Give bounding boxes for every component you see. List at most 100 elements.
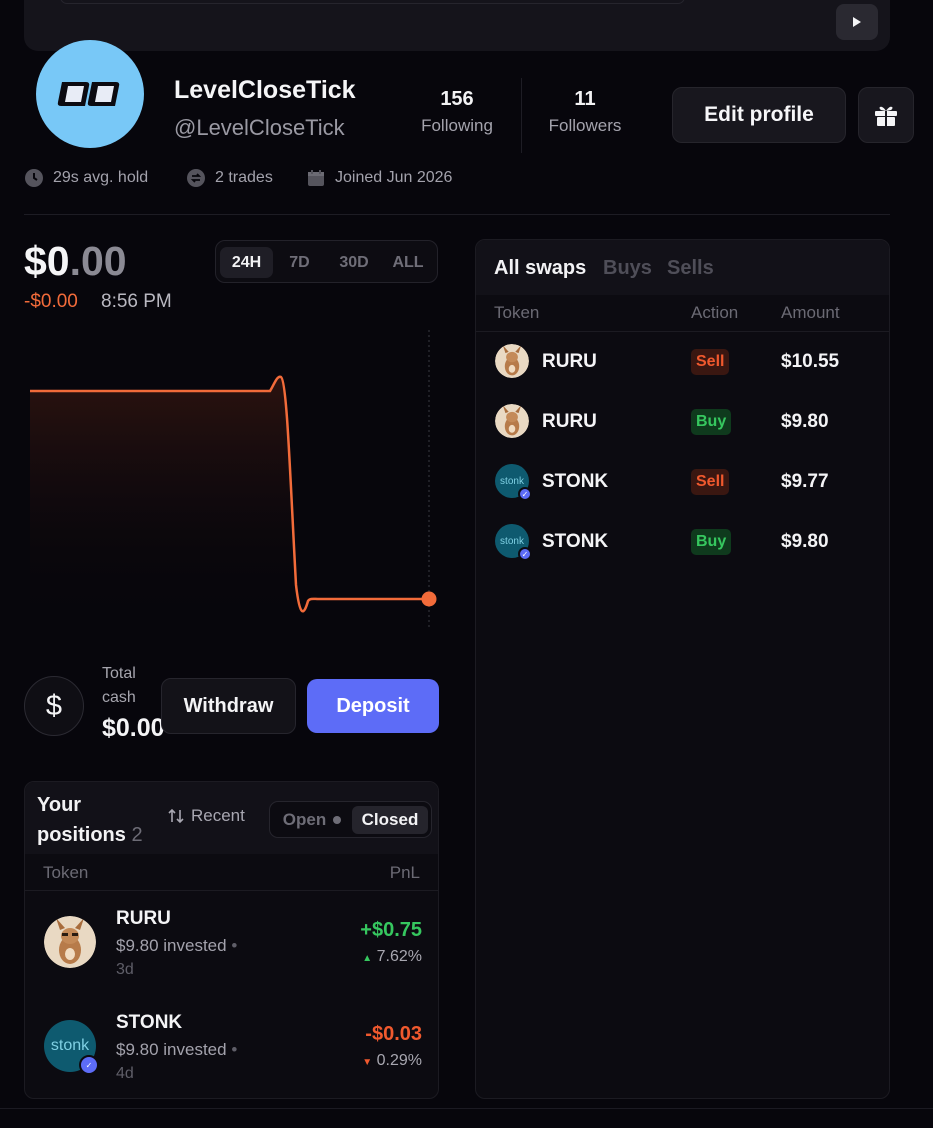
swap-action-badge: Buy	[691, 529, 732, 555]
verified-badge-icon: ✓	[518, 487, 532, 501]
open-dot-icon	[333, 816, 342, 824]
swap-row[interactable]: stonk ✓ STONK Sell $9.77	[476, 457, 889, 515]
swaps-card: All swaps Buys Sells Token Action Amount…	[475, 239, 890, 1099]
toggle-closed[interactable]: Closed	[352, 806, 428, 834]
swap-amount: $9.80	[781, 531, 829, 552]
tab-sells[interactable]: Sells	[667, 257, 714, 280]
swap-token-name: RURU	[542, 351, 597, 372]
position-pct-text: 0.29%	[376, 1052, 422, 1069]
swap-action-badge: Sell	[691, 349, 730, 375]
swap-action-badge: Buy	[691, 409, 732, 435]
play-icon	[853, 17, 861, 27]
stat-divider	[521, 78, 522, 153]
avg-hold-text: 29s avg. hold	[53, 169, 149, 186]
withdraw-button[interactable]: Withdraw	[161, 678, 296, 734]
top-search-field[interactable]	[60, 0, 685, 4]
swap-token-name: RURU	[542, 411, 597, 432]
balance-delta: -$0.00	[24, 291, 78, 312]
verified-badge-icon: ✓	[79, 1055, 99, 1075]
positions-col-pnl: PnL	[389, 863, 420, 882]
followers-count: 11	[574, 88, 596, 110]
swap-action-badge: Sell	[691, 469, 730, 495]
swap-token-name: STONK	[542, 531, 609, 552]
deposit-button[interactable]: Deposit	[307, 679, 439, 733]
sort-recent-label: Recent	[191, 806, 245, 825]
range-30d[interactable]: 30D	[328, 247, 380, 278]
open-closed-toggle: Open Closed	[269, 801, 432, 838]
position-row[interactable]: stonk ✓ STONK $9.80 invested • 4d -$0.03…	[25, 1004, 438, 1098]
sort-recent-button[interactable]: Recent	[167, 806, 245, 826]
balance-cents: .00	[69, 238, 127, 284]
swap-amount: $9.77	[781, 471, 829, 492]
swap-row[interactable]: RURU Sell $10.55	[476, 337, 889, 395]
following-count: 156	[440, 88, 474, 110]
swaps-col-divider	[476, 331, 889, 332]
cash-dollar-icon: $	[24, 676, 84, 736]
followers-stat[interactable]: 11 Followers	[535, 88, 635, 136]
edit-profile-button[interactable]: Edit profile	[672, 87, 846, 143]
position-token-name: RURU	[116, 908, 171, 929]
stonk-avatar: stonk ✓	[495, 464, 532, 501]
position-token-name: STONK	[116, 1012, 183, 1033]
total-cash-label: Total cash	[102, 665, 136, 706]
kangaroo-avatar-icon	[495, 344, 529, 378]
stonk-avatar: stonk ✓	[495, 524, 532, 561]
range-7d[interactable]: 7D	[278, 247, 321, 278]
header-divider	[24, 214, 890, 215]
avg-hold-meta: 29s avg. hold	[24, 168, 148, 188]
swap-row[interactable]: stonk ✓ STONK Buy $9.80	[476, 517, 889, 575]
position-pct: ▼ 0.29%	[362, 1052, 422, 1070]
position-age: 4d	[116, 1065, 134, 1082]
swap-amount: $10.55	[781, 351, 840, 372]
positions-card: Your positions 2 Recent Open Closed Toke…	[24, 781, 439, 1099]
trades-text: 2 trades	[215, 169, 273, 186]
range-all[interactable]: ALL	[384, 247, 432, 278]
profile-name: LevelCloseTick	[174, 76, 356, 104]
sort-icon	[168, 808, 184, 824]
swap-row[interactable]: RURU Buy $9.80	[476, 397, 889, 455]
portfolio-chart[interactable]	[24, 325, 438, 635]
swaps-col-action: Action	[691, 303, 739, 322]
position-pnl: -$0.03	[365, 1023, 422, 1045]
position-pct: ▲ 7.62%	[362, 948, 422, 966]
tab-buys[interactable]: Buys	[603, 257, 652, 280]
position-pnl: +$0.75	[360, 919, 422, 941]
chart-area	[30, 376, 429, 625]
footer-divider	[0, 1108, 933, 1109]
following-stat[interactable]: 156 Following	[408, 88, 506, 136]
position-invested: $9.80 invested •	[116, 936, 238, 955]
swap-amount: $9.80	[781, 411, 829, 432]
profile-avatar[interactable]	[36, 40, 144, 148]
range-24h[interactable]: 24H	[220, 247, 273, 278]
gift-button[interactable]	[858, 87, 914, 143]
following-label: Following	[421, 116, 493, 135]
arrow-down-icon: ▼	[362, 1057, 373, 1068]
arrow-up-icon: ▲	[362, 953, 373, 964]
top-search-bar	[24, 0, 890, 51]
joined-meta: Joined Jun 2026	[306, 168, 452, 188]
joined-text: Joined Jun 2026	[335, 169, 453, 186]
tab-all-swaps[interactable]: All swaps	[494, 257, 586, 280]
swaps-col-amount: Amount	[781, 303, 840, 322]
profile-handle: @LevelCloseTick	[174, 115, 345, 140]
verified-badge-icon: ✓	[518, 547, 532, 561]
positions-col-token: Token	[43, 863, 89, 882]
stonk-avatar: stonk ✓	[44, 1020, 99, 1075]
range-selector: 24H 7D 30D ALL	[215, 240, 438, 283]
toggle-open-label: Open	[282, 810, 327, 829]
positions-title-line1: Your	[37, 794, 82, 816]
followers-label: Followers	[548, 116, 622, 135]
avatar-logo-icon	[57, 82, 120, 106]
trades-meta: 2 trades	[186, 168, 273, 188]
swap-token-name: STONK	[542, 471, 609, 492]
calendar-icon	[308, 170, 324, 186]
toggle-open[interactable]: Open	[276, 806, 348, 834]
play-button[interactable]	[836, 4, 878, 40]
positions-title: Your positions 2	[37, 790, 143, 850]
position-invested-text: $9.80 invested	[116, 1040, 227, 1059]
kangaroo-avatar-icon	[44, 916, 96, 968]
position-age: 3d	[116, 961, 134, 978]
portfolio-balance: $0.00	[24, 238, 127, 285]
position-row[interactable]: RURU $9.80 invested • 3d +$0.75 ▲ 7.62%	[25, 900, 438, 1000]
positions-title-line2: positions	[37, 824, 126, 846]
